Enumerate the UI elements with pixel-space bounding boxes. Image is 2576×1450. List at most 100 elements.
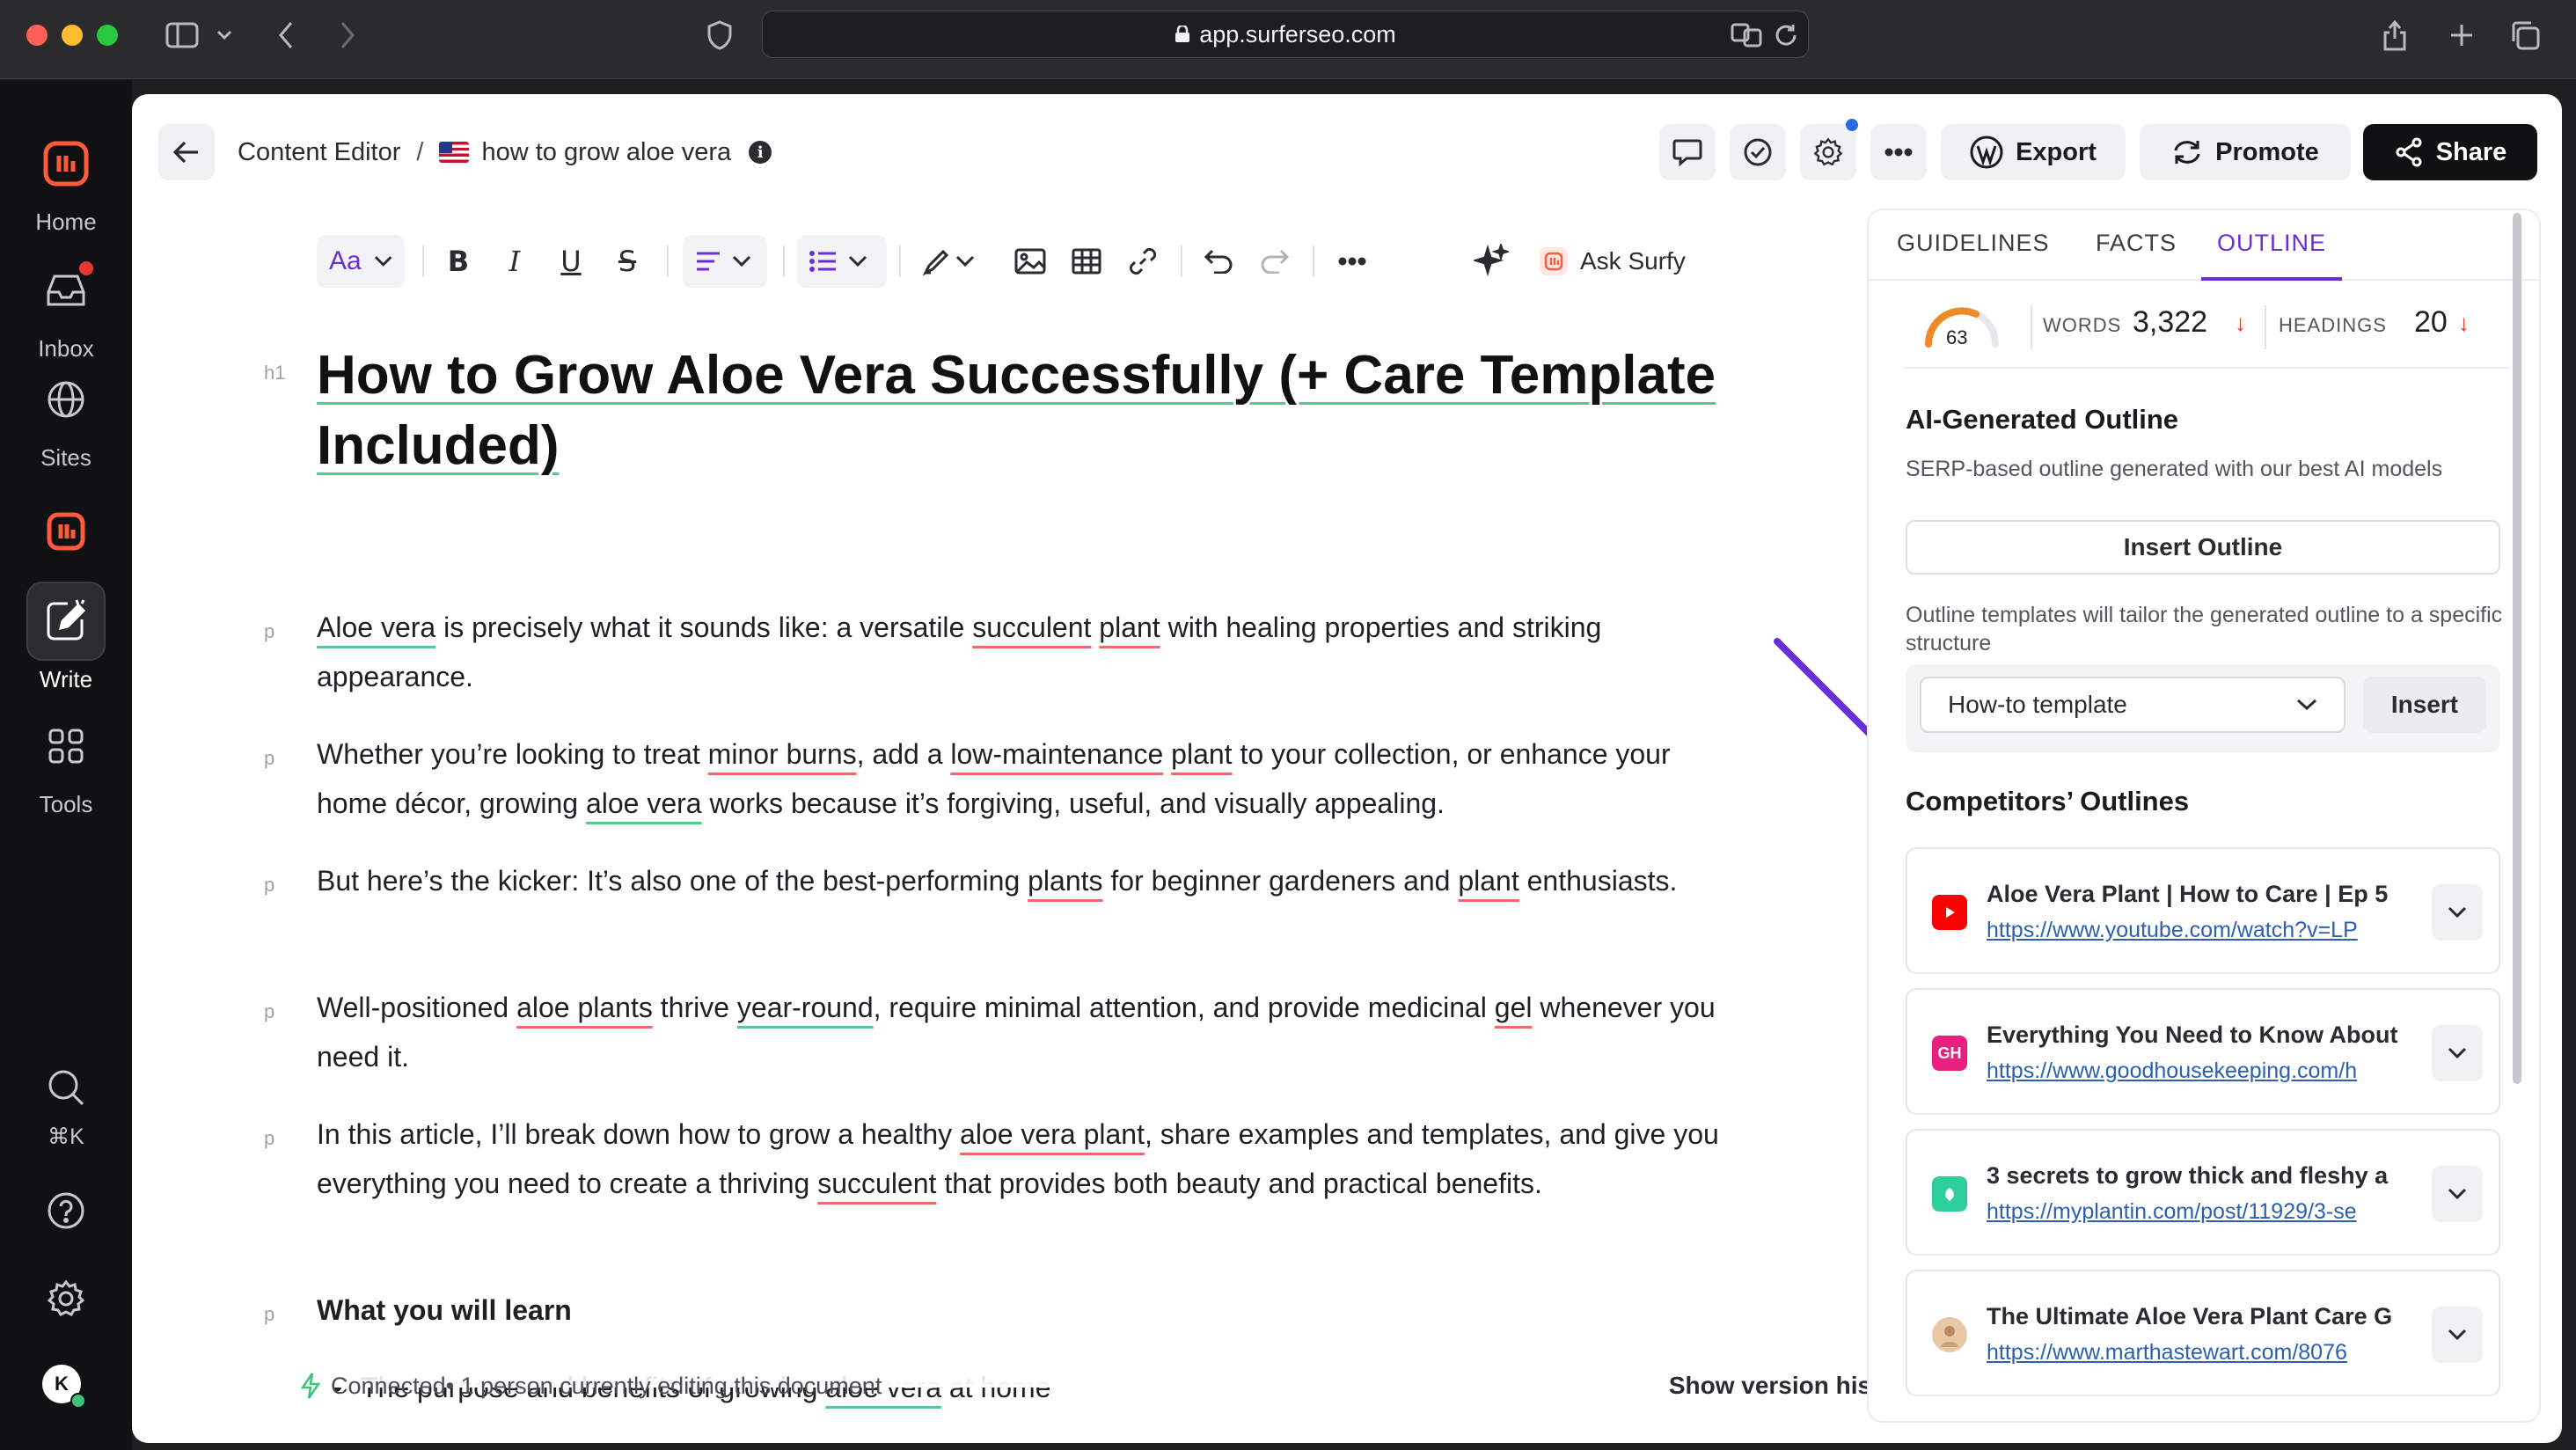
underline-icon[interactable]: U <box>549 239 593 283</box>
competitor-url[interactable]: https://www.youtube.com/watch?v=LP <box>1987 918 2400 943</box>
chevron-down-icon[interactable] <box>211 16 238 55</box>
template-select-value: How-to template <box>1948 691 2127 718</box>
nav-item-home[interactable]: Home <box>12 124 120 236</box>
expand-button[interactable] <box>2432 1166 2483 1222</box>
strikethrough-icon[interactable]: S <box>605 239 649 283</box>
nav-item-write[interactable]: Write <box>12 582 120 693</box>
expand-button[interactable] <box>2432 1025 2483 1081</box>
connection-status: Connected <box>331 1372 446 1399</box>
arrow-left-icon <box>173 141 198 164</box>
document-title[interactable]: How to Grow Aloe Vera Successfully (+ Ca… <box>317 341 1724 481</box>
settings-notification-dot <box>1846 119 1858 131</box>
chevron-down-icon <box>2448 1329 2467 1341</box>
paragraph[interactable]: Aloe vera is precisely what it sounds li… <box>317 603 1724 701</box>
keyword: minor burns <box>707 738 857 770</box>
expand-button[interactable] <box>2432 1307 2483 1363</box>
nav-item-content[interactable] <box>12 492 120 571</box>
more-horizontal-icon[interactable] <box>1330 239 1374 283</box>
tab-overview-icon[interactable] <box>2507 16 2543 55</box>
competitor-url[interactable]: https://www.marthastewart.com/8076 <box>1987 1340 2400 1366</box>
chevron-down-icon <box>2448 1047 2467 1059</box>
template-insert-button[interactable]: Insert <box>2363 677 2486 733</box>
font-style-label: Aa <box>329 246 362 275</box>
settings-header-button[interactable] <box>1800 124 1856 180</box>
ai-sparkle-icon[interactable] <box>1469 239 1513 283</box>
font-style-dropdown[interactable]: Aa <box>317 235 405 288</box>
competitor-url[interactable]: https://www.goodhousekeeping.com/h <box>1987 1058 2400 1084</box>
list-dropdown[interactable] <box>797 235 887 288</box>
competitor-title: 3 secrets to grow thick and fleshy a <box>1987 1162 2389 1189</box>
redo-icon[interactable] <box>1253 239 1297 283</box>
tab-facts[interactable]: FACTS <box>2096 230 2177 281</box>
italic-icon[interactable]: I <box>493 239 537 283</box>
paragraph-text: But here’s the kicker: It’s also one of … <box>317 865 1028 897</box>
paragraph-text: thrive <box>652 992 737 1023</box>
promote-button[interactable]: Promote <box>2140 124 2351 180</box>
maximize-window-button[interactable] <box>97 25 118 46</box>
back-button[interactable] <box>158 124 215 180</box>
settings-button[interactable] <box>12 1259 120 1338</box>
share-button[interactable]: Share <box>2363 124 2537 180</box>
new-tab-icon[interactable] <box>2444 16 2479 55</box>
template-select[interactable]: How-to template <box>1920 677 2345 733</box>
help-button[interactable] <box>12 1171 120 1250</box>
arrow-down-icon: ↓ <box>2458 310 2470 336</box>
info-icon[interactable]: i <box>749 141 772 164</box>
table-icon[interactable] <box>1065 239 1109 283</box>
more-options-button[interactable] <box>1870 124 1927 180</box>
back-arrow-icon[interactable] <box>268 16 304 55</box>
paragraph[interactable]: In this article, I’ll break down how to … <box>317 1109 1724 1208</box>
paragraph[interactable]: Whether you’re looking to treat minor bu… <box>317 729 1724 828</box>
panel-scrollbar[interactable] <box>2513 213 2521 1084</box>
tab-guidelines[interactable]: GUIDELINES <box>1897 230 2050 281</box>
competitor-card[interactable]: GH Everything You Need to Know About htt… <box>1906 988 2500 1115</box>
competitor-card[interactable]: Aloe Vera Plant | How to Care | Ep 5 htt… <box>1906 847 2500 974</box>
ask-surfy-button[interactable]: Ask Surfy <box>1540 239 1686 283</box>
globe-icon <box>26 360 106 439</box>
learn-heading[interactable]: What you will learn <box>317 1285 1724 1335</box>
check-button[interactable] <box>1730 124 1786 180</box>
myplantin-icon <box>1932 1176 1967 1212</box>
bold-icon[interactable]: B <box>436 239 480 283</box>
link-icon[interactable] <box>1121 239 1165 283</box>
keyword: Aloe vera <box>317 611 436 643</box>
address-bar[interactable]: app.surferseo.com <box>762 11 1809 58</box>
competitor-url[interactable]: https://myplantin.com/post/11929/3-se <box>1987 1199 2400 1225</box>
us-flag-icon <box>439 142 470 163</box>
competitor-card[interactable]: 3 secrets to grow thick and fleshy a htt… <box>1906 1129 2500 1256</box>
close-window-button[interactable] <box>26 25 48 46</box>
promote-label: Promote <box>2215 137 2319 166</box>
comment-icon <box>1672 139 1702 166</box>
keyword: plant <box>1099 611 1160 643</box>
nav-item-inbox[interactable]: Inbox <box>12 251 120 362</box>
toolbar-divider <box>1181 245 1182 277</box>
keyword: succulent <box>817 1168 937 1199</box>
competitor-card[interactable]: The Ultimate Aloe Vera Plant Care G http… <box>1906 1270 2500 1396</box>
more-horizontal-icon <box>1884 148 1913 157</box>
competitor-title: Aloe Vera Plant | How to Care | Ep 5 <box>1987 881 2389 907</box>
align-dropdown[interactable] <box>683 235 767 288</box>
reload-icon[interactable] <box>1768 16 1804 55</box>
undo-icon[interactable] <box>1197 239 1240 283</box>
sidebar-toggle-icon[interactable] <box>160 16 204 55</box>
paragraph-text: , add a <box>856 738 951 770</box>
paragraph[interactable]: But here’s the kicker: It’s also one of … <box>317 856 1724 905</box>
minimize-window-button[interactable] <box>62 25 83 46</box>
nav-item-sites[interactable]: Sites <box>12 360 120 472</box>
image-icon[interactable] <box>1008 239 1052 283</box>
chevron-down-icon[interactable] <box>952 239 978 283</box>
tab-outline[interactable]: OUTLINE <box>2201 230 2343 281</box>
comments-button[interactable] <box>1659 124 1716 180</box>
export-button[interactable]: Export <box>1941 124 2126 180</box>
insert-outline-button[interactable]: Insert Outline <box>1906 520 2500 575</box>
expand-button[interactable] <box>2432 884 2483 941</box>
nav-item-tools[interactable]: Tools <box>12 707 120 818</box>
forward-arrow-icon[interactable] <box>330 16 365 55</box>
translate-icon[interactable] <box>1729 16 1764 55</box>
check-circle-icon <box>1744 138 1772 166</box>
share-sheet-icon[interactable] <box>2377 16 2412 55</box>
shield-icon[interactable] <box>702 16 737 55</box>
breadcrumb-root[interactable]: Content Editor <box>238 138 400 167</box>
search-button[interactable]: ⌘K <box>12 1048 120 1150</box>
paragraph[interactable]: Well-positioned aloe plants thrive year-… <box>317 983 1724 1081</box>
